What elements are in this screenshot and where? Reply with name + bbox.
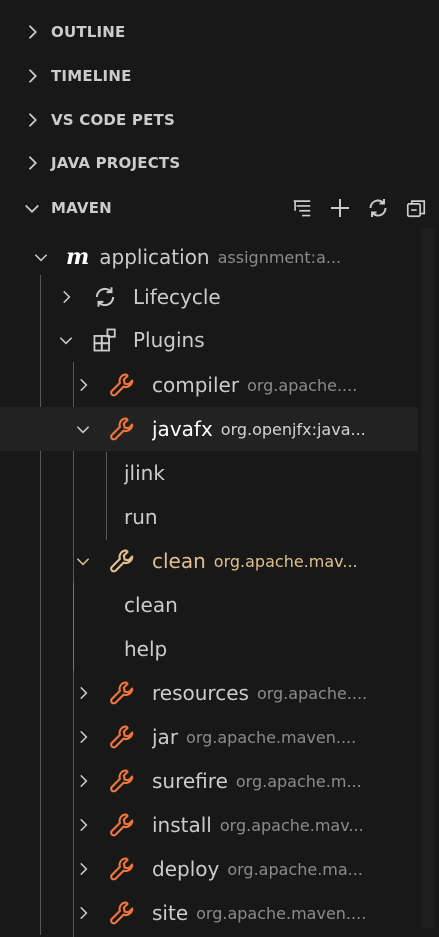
section-maven[interactable]: MAVEN (0, 186, 439, 230)
chevron-right-icon (80, 818, 88, 832)
wrench-icon (110, 549, 134, 573)
section-vs-code-pets[interactable]: VS CODE PETS (0, 98, 439, 142)
tree-row-plugin-surefire[interactable]: surefire org.apache.m... (0, 759, 418, 803)
scrollbar[interactable] (421, 228, 435, 928)
goal-label: clean (124, 593, 178, 617)
plugin-description: org.apache.... (256, 683, 368, 703)
wrench-icon (110, 681, 134, 705)
tree-row-plugin-deploy[interactable]: deploy org.apache.ma... (0, 847, 418, 891)
section-title: MAVEN (51, 199, 112, 217)
tree-row-lifecycle[interactable]: Lifecycle (0, 275, 418, 319)
list-view-icon[interactable] (289, 195, 315, 221)
lifecycle-label: Lifecycle (133, 285, 221, 309)
section-title: VS CODE PETS (51, 111, 175, 129)
chevron-down-icon (34, 254, 48, 262)
plugin-label: jar (152, 725, 179, 749)
chevron-down-icon (59, 337, 73, 345)
chevron-right-icon (80, 862, 88, 876)
tree-row-plugin-compiler[interactable]: compiler org.apache.... (0, 363, 418, 407)
plugin-label: clean (152, 549, 206, 573)
tree-row-plugin-jar[interactable]: jar org.apache.maven.... (0, 715, 418, 759)
tree-row-plugin-resources[interactable]: resources org.apache.... (0, 671, 418, 715)
chevron-right-icon (63, 290, 71, 304)
plugin-label: install (152, 813, 212, 837)
plugin-label: deploy (152, 857, 220, 881)
chevron-right-icon (28, 113, 37, 127)
chevron-right-icon (80, 686, 88, 700)
plugin-label: javafx (152, 417, 213, 441)
plugins-label: Plugins (133, 328, 205, 352)
plugin-description: org.apache.... (247, 375, 358, 395)
tree-row-goal-help[interactable]: help (0, 627, 418, 671)
plugin-description: org.apache.mav... (219, 815, 364, 835)
chevron-down-icon (25, 204, 39, 213)
tree-row-plugin-site[interactable]: site org.apache.maven.... (0, 891, 418, 935)
chevron-right-icon (80, 774, 88, 788)
tree-row-project[interactable]: m application assignment:a... (0, 235, 418, 279)
section-timeline[interactable]: TIMELINE (0, 54, 439, 98)
project-description: assignment:a... (217, 247, 342, 267)
goal-label: help (124, 637, 168, 661)
section-title: TIMELINE (51, 67, 132, 85)
plugin-description: org.apache.ma... (227, 859, 363, 879)
chevron-right-icon (28, 69, 37, 83)
wrench-icon (110, 857, 134, 881)
section-title: JAVA PROJECTS (51, 154, 181, 172)
chevron-right-icon (28, 156, 37, 170)
chevron-right-icon (80, 730, 88, 744)
extensions-icon (93, 328, 116, 352)
plugin-description: org.apache.mav... (213, 551, 358, 571)
maven-toolbar (289, 186, 429, 230)
section-outline[interactable]: OUTLINE (0, 10, 439, 54)
tree-row-goal-clean[interactable]: clean (0, 583, 418, 627)
goal-label: jlink (124, 461, 165, 485)
side-panel: OUTLINE TIMELINE VS CODE PETS JAVA PROJE… (0, 0, 439, 937)
project-label: application (99, 245, 210, 269)
plugin-label: site (152, 901, 189, 925)
plugin-description: org.openjfx:java... (220, 419, 366, 439)
plugin-description: org.apache.maven.... (186, 727, 357, 747)
chevron-down-icon (76, 558, 90, 566)
wrench-icon (110, 901, 134, 925)
wrench-icon (110, 417, 134, 441)
wrench-icon (110, 725, 134, 749)
plugin-label: resources (152, 681, 249, 705)
tree-row-goal-run[interactable]: run (0, 495, 418, 539)
maven-icon: m (66, 244, 90, 270)
chevron-down-icon (76, 426, 90, 434)
tree-row-plugin-install[interactable]: install org.apache.mav... (0, 803, 418, 847)
tree-row-plugin-javafx[interactable]: javafx org.openjfx:java... (0, 407, 418, 451)
plugin-label: compiler (152, 373, 240, 397)
refresh-icon[interactable] (365, 195, 391, 221)
chevron-right-icon (80, 378, 88, 392)
plugin-description: org.apache.maven.... (196, 903, 367, 923)
section-title: OUTLINE (51, 23, 126, 41)
tree-row-goal-jlink[interactable]: jlink (0, 451, 418, 495)
plugin-description: org.apache.m... (235, 771, 362, 791)
goal-label: run (124, 505, 158, 529)
add-icon[interactable] (327, 195, 353, 221)
chevron-right-icon (80, 906, 88, 920)
tree-row-plugin-clean[interactable]: clean org.apache.mav... (0, 539, 418, 583)
wrench-icon (110, 373, 134, 397)
refresh-icon (95, 287, 115, 307)
collapse-all-icon[interactable] (403, 195, 429, 221)
section-java-projects[interactable]: JAVA PROJECTS (0, 141, 439, 185)
wrench-icon (110, 813, 134, 837)
chevron-right-icon (28, 25, 37, 39)
wrench-icon (110, 769, 134, 793)
plugin-label: surefire (152, 769, 228, 793)
tree-row-plugins[interactable]: Plugins (0, 318, 418, 362)
